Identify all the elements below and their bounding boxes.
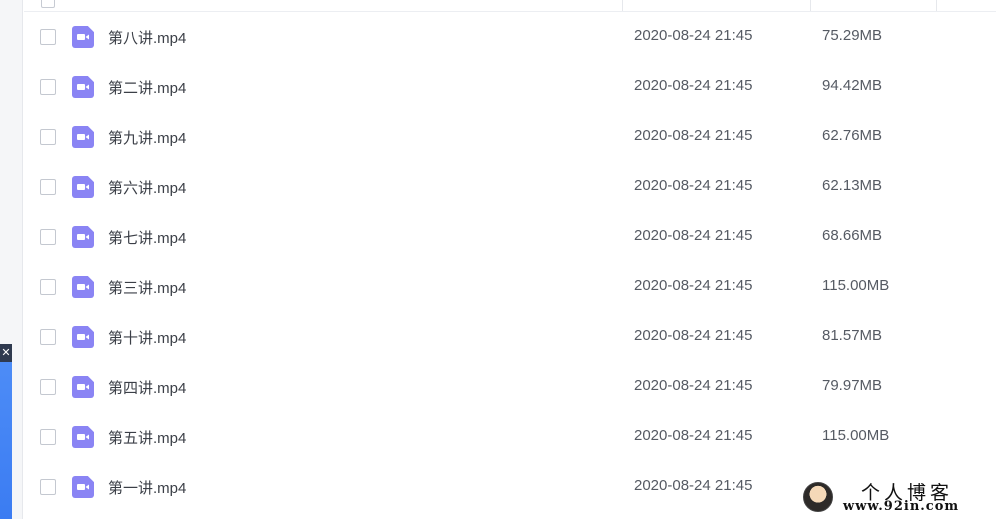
row-checkbox[interactable]: [40, 29, 56, 45]
file-name[interactable]: 第三讲.mp4: [108, 277, 186, 298]
file-row[interactable]: 第二讲.mp4 2020-08-24 21:45 94.42MB: [24, 62, 996, 112]
file-row[interactable]: 第四讲.mp4 2020-08-24 21:45 79.97MB: [24, 362, 996, 412]
file-name[interactable]: 第七讲.mp4: [108, 227, 186, 248]
file-size: 62.13MB: [822, 177, 883, 194]
file-row[interactable]: 第六讲.mp4 2020-08-24 21:45 62.13MB: [24, 162, 996, 212]
file-row[interactable]: 第三讲.mp4 2020-08-24 21:45 115.00MB: [24, 262, 996, 312]
row-checkbox[interactable]: [40, 179, 56, 195]
file-size: 75.29MB: [822, 27, 883, 44]
video-file-icon: [72, 426, 94, 448]
video-file-icon: [72, 126, 94, 148]
file-row[interactable]: 第十讲.mp4 2020-08-24 21:45 81.57MB: [24, 312, 996, 362]
file-name[interactable]: 第二讲.mp4: [108, 77, 186, 98]
close-icon[interactable]: ✕: [0, 344, 12, 362]
video-file-icon: [72, 276, 94, 298]
column-divider[interactable]: [622, 0, 623, 11]
file-name[interactable]: 第八讲.mp4: [108, 27, 186, 48]
row-checkbox[interactable]: [40, 129, 56, 145]
file-size: 62.76MB: [822, 127, 883, 144]
file-size: 115.00MB: [822, 277, 890, 294]
file-modified-date: 2020-08-24 21:45: [634, 177, 753, 194]
file-modified-date: 2020-08-24 21:45: [634, 327, 753, 344]
video-file-icon: [72, 226, 94, 248]
list-header: [24, 0, 996, 12]
file-name[interactable]: 第一讲.mp4: [108, 477, 186, 498]
video-file-icon: [72, 376, 94, 398]
file-row[interactable]: 第九讲.mp4 2020-08-24 21:45 62.76MB: [24, 112, 996, 162]
file-modified-date: 2020-08-24 21:45: [634, 77, 753, 94]
video-file-icon: [72, 326, 94, 348]
row-checkbox[interactable]: [40, 79, 56, 95]
row-checkbox[interactable]: [40, 379, 56, 395]
column-divider[interactable]: [810, 0, 811, 11]
row-checkbox[interactable]: [40, 279, 56, 295]
file-row[interactable]: 第五讲.mp4 2020-08-24 21:45 115.00MB: [24, 412, 996, 462]
file-name[interactable]: 第九讲.mp4: [108, 127, 186, 148]
file-modified-date: 2020-08-24 21:45: [634, 127, 753, 144]
watermark-url: www.92in.com: [843, 499, 960, 514]
file-name[interactable]: 第五讲.mp4: [108, 427, 186, 448]
file-size: 79.97MB: [822, 377, 883, 394]
file-size: 115.00MB: [822, 427, 890, 444]
file-modified-date: 2020-08-24 21:45: [634, 477, 753, 494]
file-size: 94.42MB: [822, 77, 883, 94]
file-modified-date: 2020-08-24 21:45: [634, 27, 753, 44]
video-file-icon: [72, 76, 94, 98]
file-size: 68.66MB: [822, 227, 883, 244]
file-row[interactable]: 第八讲.mp4 2020-08-24 21:45 75.29MB: [24, 12, 996, 62]
video-file-icon: [72, 476, 94, 498]
watermark-avatar: [803, 482, 833, 512]
file-name[interactable]: 第六讲.mp4: [108, 177, 186, 198]
row-checkbox[interactable]: [40, 329, 56, 345]
file-size: 81.57MB: [822, 327, 883, 344]
file-modified-date: 2020-08-24 21:45: [634, 377, 753, 394]
file-modified-date: 2020-08-24 21:45: [634, 277, 753, 294]
side-panel-tab[interactable]: [0, 344, 12, 519]
file-name[interactable]: 第十讲.mp4: [108, 327, 186, 348]
row-checkbox[interactable]: [40, 229, 56, 245]
file-list: 第八讲.mp4 2020-08-24 21:45 75.29MB 第二讲.mp4…: [24, 12, 996, 512]
row-checkbox[interactable]: [40, 479, 56, 495]
watermark: 个人博客 www.92in.com: [803, 478, 993, 516]
column-divider[interactable]: [936, 0, 937, 11]
video-file-icon: [72, 176, 94, 198]
file-row[interactable]: 第七讲.mp4 2020-08-24 21:45 68.66MB: [24, 212, 996, 262]
video-file-icon: [72, 26, 94, 48]
file-modified-date: 2020-08-24 21:45: [634, 427, 753, 444]
file-name[interactable]: 第四讲.mp4: [108, 377, 186, 398]
file-modified-date: 2020-08-24 21:45: [634, 227, 753, 244]
row-checkbox[interactable]: [40, 429, 56, 445]
select-all-checkbox[interactable]: [41, 0, 55, 8]
